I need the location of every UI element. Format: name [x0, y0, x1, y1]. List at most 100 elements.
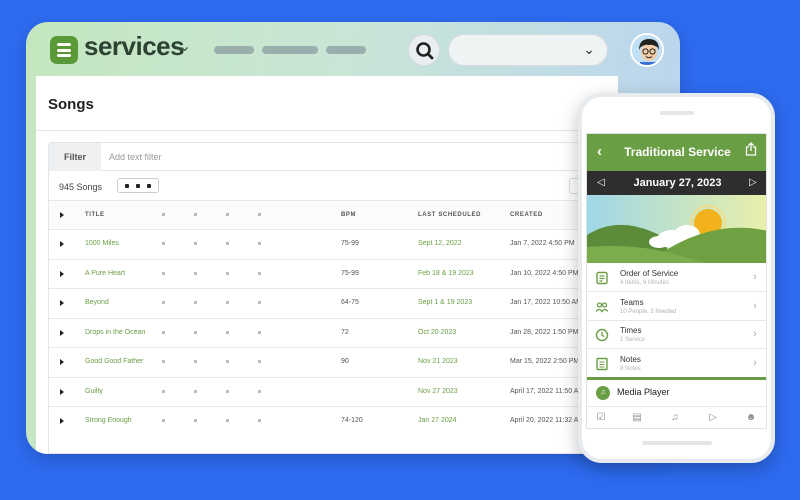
song-last-scheduled[interactable]: Jan 27 2024 — [418, 417, 457, 424]
column-header-bpm[interactable]: BPM — [341, 212, 356, 218]
song-created: Jan 7, 2022 4:50 PM — [510, 240, 575, 247]
cell-placeholder — [226, 360, 229, 363]
tab-video-icon[interactable]: ▷ — [707, 412, 719, 424]
date-navigator: ◁ January 27, 2023 ▷ — [587, 171, 766, 195]
column-header-created[interactable]: CREATED — [510, 212, 543, 218]
tab-checklist-icon[interactable]: ☑ — [595, 412, 607, 424]
chevron-right-icon: › — [753, 271, 757, 283]
expand-row-icon[interactable] — [60, 388, 64, 395]
cell-placeholder — [226, 330, 229, 334]
next-date-icon[interactable]: ▷ — [749, 177, 757, 188]
phone-home-indicator — [642, 441, 712, 445]
search-dropdown[interactable]: ⌄ — [448, 34, 608, 66]
service-menu-item[interactable]: Times 1 Service › — [587, 321, 766, 349]
songs-table: Filter 945 Songs TITLE BPM LAST SCHEDULE… — [48, 142, 618, 454]
table-row[interactable]: Strong Enough 74-120 Jan 27 2024 April 20, … — [49, 406, 618, 435]
service-date: January 27, 2023 — [633, 177, 722, 189]
expand-row-icon[interactable] — [60, 329, 64, 336]
cell-placeholder — [194, 330, 197, 334]
songs-panel: Songs Filter 945 Songs TITLE BPM LAST SC… — [36, 76, 618, 454]
song-bpm: 74-120 — [341, 417, 363, 424]
cell-placeholder — [162, 360, 165, 363]
service-menu-item[interactable]: Order of Service 4 Items, 9 Minutes › — [587, 264, 766, 292]
app-name[interactable]: services — [84, 31, 185, 62]
column-placeholder — [258, 213, 261, 216]
table-row[interactable]: Guilty Nov 27 2023 April 17, 2022 11:50 AM — [49, 376, 618, 406]
service-menu-item[interactable]: Notes 8 Notes › — [587, 350, 766, 378]
column-placeholder — [194, 213, 197, 216]
column-placeholder — [226, 213, 229, 216]
search-button[interactable] — [408, 34, 440, 66]
nav-item-placeholder[interactable] — [262, 46, 318, 54]
menu-item-subtitle: 8 Notes — [620, 365, 641, 372]
chevron-right-icon: › — [753, 299, 757, 312]
expand-row-icon[interactable] — [60, 359, 64, 365]
service-menu-item[interactable]: Teams 10 People, 3 Needed › — [587, 293, 766, 321]
song-created: Jan 28, 2022 1:50 PM — [510, 328, 579, 336]
song-last-scheduled[interactable]: Nov 21 2023 — [418, 358, 458, 365]
teams-icon — [595, 300, 609, 314]
phone-speaker — [660, 111, 694, 115]
table-row[interactable]: Drops in the Ocean 72 Oct 20 2023 Jan 28, 2… — [49, 317, 618, 347]
song-title[interactable]: A Pure Heart — [85, 270, 125, 277]
song-count: 945 Songs — [59, 182, 103, 192]
cell-placeholder — [194, 301, 197, 304]
nav-item-placeholder[interactable] — [214, 46, 254, 54]
menu-item-title: Order of Service — [620, 269, 679, 278]
song-last-scheduled[interactable]: Feb 18 & 19 2023 — [418, 270, 474, 277]
song-title[interactable]: Drops in the Ocean — [85, 329, 145, 336]
song-title[interactable]: Good Good Father — [85, 358, 143, 365]
song-title[interactable]: Strong Enough — [85, 417, 132, 424]
filter-input[interactable] — [109, 143, 429, 171]
user-avatar[interactable] — [630, 33, 664, 67]
service-header: ‹ Traditional Service — [587, 134, 766, 171]
cell-placeholder — [162, 389, 165, 393]
share-icon[interactable] — [745, 142, 757, 156]
column-header-last-scheduled[interactable]: LAST SCHEDULED — [418, 212, 481, 218]
service-title: Traditional Service — [624, 145, 731, 159]
menu-item-subtitle: 1 Service — [620, 337, 646, 343]
services-logo-icon[interactable] — [50, 36, 78, 64]
page-title: Songs — [48, 96, 94, 113]
media-player-label[interactable]: Media Player — [617, 387, 670, 397]
tab-person-icon[interactable]: ☻ — [745, 412, 757, 424]
expand-row-icon[interactable] — [60, 300, 64, 306]
nav-item-placeholder[interactable] — [326, 46, 366, 54]
menu-item-subtitle: 10 People, 3 Needed — [620, 308, 677, 315]
song-last-scheduled[interactable]: Sept 12, 2022 — [418, 240, 462, 247]
cell-placeholder — [194, 360, 197, 363]
cell-placeholder — [226, 301, 229, 304]
song-bpm: 72 — [341, 328, 349, 336]
cell-placeholder — [226, 271, 229, 275]
column-header-title[interactable]: TITLE — [85, 212, 105, 218]
filter-bar: Filter — [49, 143, 618, 171]
expand-row-icon[interactable] — [60, 418, 64, 424]
table-row[interactable]: Good Good Father 90 Nov 21 2023 Mar 15, 202… — [49, 347, 618, 376]
cell-placeholder — [162, 330, 165, 334]
song-last-scheduled[interactable]: Nov 27 2023 — [418, 388, 458, 395]
song-title[interactable]: 1000 Miles — [85, 240, 119, 247]
expand-row-icon[interactable] — [60, 241, 64, 247]
cell-placeholder — [162, 301, 165, 304]
expand-all-icon[interactable] — [60, 212, 64, 218]
cell-placeholder — [194, 271, 197, 275]
cell-placeholder — [258, 271, 261, 275]
cell-placeholder — [194, 242, 197, 245]
song-title[interactable]: Guilty — [85, 388, 103, 395]
song-created: Jan 10, 2022 4:50 PM — [510, 269, 579, 277]
table-row[interactable]: Beyond 64-75 Sept 1 & 19 2023 Jan 17, 2022 … — [49, 288, 618, 317]
song-title[interactable]: Beyond — [85, 299, 109, 306]
tab-document-icon[interactable]: ▤ — [631, 412, 643, 424]
app-switcher-chevron-icon[interactable]: ⌄ — [178, 36, 191, 56]
more-options-button[interactable] — [117, 178, 159, 193]
order-icon — [595, 271, 609, 285]
song-last-scheduled[interactable]: Oct 20 2023 — [418, 329, 456, 336]
song-last-scheduled[interactable]: Sept 1 & 19 2023 — [418, 299, 472, 306]
filter-button[interactable]: Filter — [49, 143, 101, 171]
media-player-icon[interactable]: ♫ — [596, 386, 610, 400]
table-row[interactable]: A Pure Heart 75-99 Feb 18 & 19 2023 Jan 10,… — [49, 258, 618, 288]
clock-icon — [595, 328, 609, 342]
expand-row-icon[interactable] — [60, 270, 64, 277]
tab-music-icon[interactable]: ♫ — [669, 412, 681, 424]
table-row[interactable]: 1000 Miles 75-99 Sept 12, 2022 Jan 7, 2022 … — [49, 229, 618, 258]
